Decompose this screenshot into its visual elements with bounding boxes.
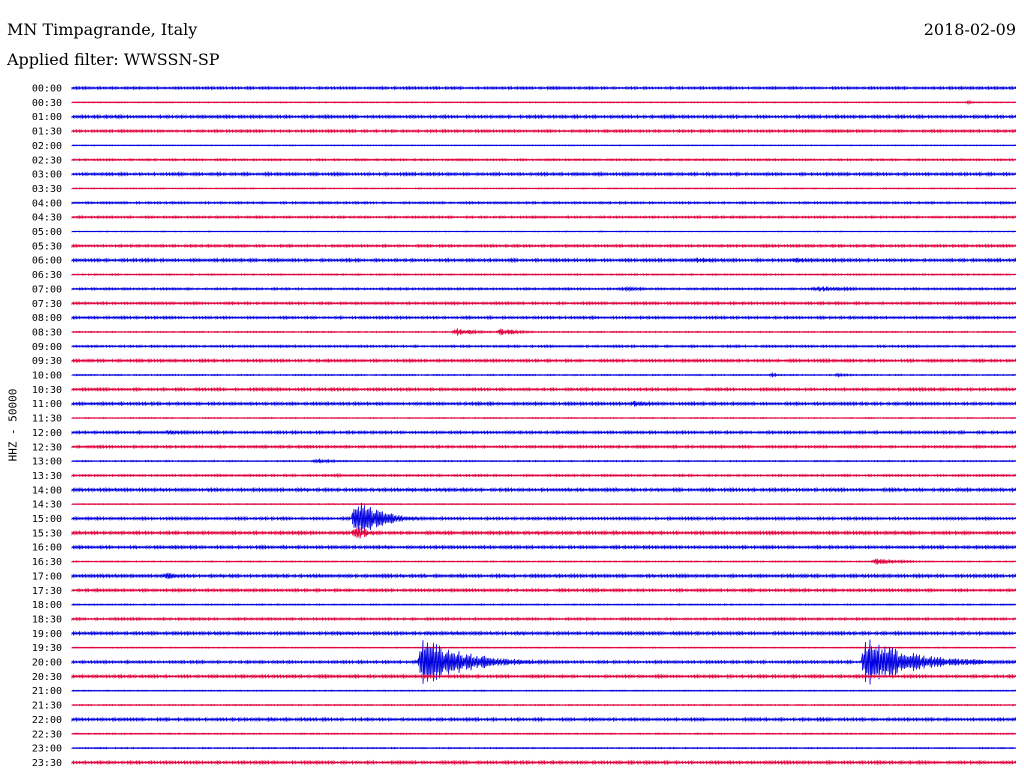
time-label: 00:00 — [32, 84, 62, 95]
time-label: 11:00 — [32, 399, 62, 410]
time-label: 14:00 — [32, 485, 62, 496]
time-label: 19:30 — [32, 643, 62, 654]
time-label: 09:30 — [32, 356, 62, 367]
time-label: 12:30 — [32, 442, 62, 453]
helicorder-plot: 00:00 00:30 01:00 01:30 02:00 02:30 03:00 03:30… — [32, 84, 1016, 769]
time-label: 01:00 — [32, 112, 62, 123]
time-label: 17:00 — [32, 571, 62, 582]
time-label: 18:30 — [32, 614, 62, 625]
time-label: 20:00 — [32, 658, 62, 669]
time-label: 00:30 — [32, 98, 62, 109]
time-label: 11:30 — [32, 414, 62, 425]
time-label: 01:30 — [32, 127, 62, 138]
time-label: 10:00 — [32, 371, 62, 382]
time-label: 06:00 — [32, 256, 62, 267]
time-label: 16:30 — [32, 557, 62, 568]
time-label: 04:00 — [32, 198, 62, 209]
helicorder-page: MN Timpagrande, Italy 2018-02-09 Applied… — [0, 0, 1024, 780]
time-label: 07:30 — [32, 299, 62, 310]
time-label: 21:30 — [32, 701, 62, 712]
time-label: 05:30 — [32, 241, 62, 252]
time-label: 03:00 — [32, 170, 62, 181]
time-label: 22:30 — [32, 729, 62, 740]
time-label: 05:00 — [32, 227, 62, 238]
time-label: 23:00 — [32, 744, 62, 755]
time-label: 18:00 — [32, 600, 62, 611]
time-label: 23:30 — [32, 758, 62, 769]
time-label: 09:00 — [32, 342, 62, 353]
time-label: 02:30 — [32, 155, 62, 166]
time-label: 06:30 — [32, 270, 62, 281]
time-label: 12:00 — [32, 428, 62, 439]
time-label: 20:30 — [32, 672, 62, 683]
time-label: 07:00 — [32, 284, 62, 295]
time-label: 14:30 — [32, 500, 62, 511]
time-label: 08:30 — [32, 327, 62, 338]
time-label: 13:30 — [32, 471, 62, 482]
time-label: 10:30 — [32, 385, 62, 396]
time-label: 19:00 — [32, 629, 62, 640]
time-label: 15:30 — [32, 528, 62, 539]
time-label: 22:00 — [32, 715, 62, 726]
time-label: 08:00 — [32, 313, 62, 324]
time-label: 02:00 — [32, 141, 62, 152]
time-label: 04:30 — [32, 213, 62, 224]
time-label: 03:30 — [32, 184, 62, 195]
time-label: 16:00 — [32, 543, 62, 554]
time-label: 17:30 — [32, 586, 62, 597]
time-label: 21:00 — [32, 686, 62, 697]
time-label: 15:00 — [32, 514, 62, 525]
time-label: 13:00 — [32, 457, 62, 468]
